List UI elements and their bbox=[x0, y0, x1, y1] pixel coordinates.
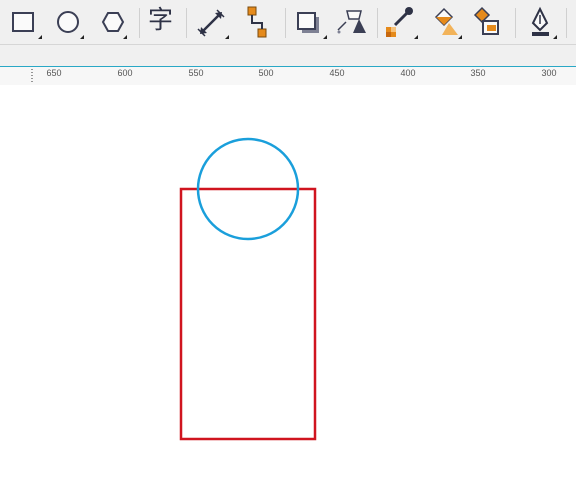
ruler-ticks bbox=[31, 69, 33, 84]
toolbar-separator bbox=[285, 8, 286, 38]
rectangle-tool[interactable] bbox=[8, 3, 42, 39]
toolbar-separator bbox=[139, 8, 140, 38]
drawing-app: 字 650 600 550 500 450 400 350 300 bbox=[0, 0, 576, 501]
drawing-canvas[interactable] bbox=[0, 85, 576, 501]
text-glyph-icon: 字 bbox=[148, 5, 174, 34]
ruler-tick-label: 600 bbox=[117, 68, 133, 78]
canvas-drawing bbox=[179, 137, 317, 441]
ruler-tick-label: 650 bbox=[46, 68, 62, 78]
toolbar-separator bbox=[566, 8, 567, 38]
fill-bucket-icon bbox=[434, 7, 462, 39]
ruler-tick-label: 350 bbox=[470, 68, 486, 78]
transparency-tool[interactable] bbox=[335, 3, 369, 39]
color-eyedropper-tool[interactable] bbox=[384, 3, 418, 39]
connector-tool[interactable] bbox=[240, 3, 274, 39]
red-rectangle[interactable] bbox=[179, 187, 317, 441]
rectangle-icon bbox=[12, 12, 42, 39]
interactive-fill-tool[interactable] bbox=[428, 3, 462, 39]
dimension-tool[interactable] bbox=[195, 3, 229, 39]
eyedropper-icon bbox=[386, 7, 418, 39]
toolbar-separator bbox=[515, 8, 516, 38]
polygon-tool[interactable] bbox=[93, 3, 127, 39]
connector-icon bbox=[247, 6, 267, 38]
outline-pen-tool[interactable] bbox=[523, 3, 557, 39]
drop-shadow-icon bbox=[297, 12, 327, 39]
ellipse-tool[interactable] bbox=[50, 3, 84, 39]
horizontal-ruler[interactable]: 650 600 550 500 450 400 350 300 bbox=[0, 66, 576, 86]
ruler-tick-label: 450 bbox=[329, 68, 345, 78]
hexagon-icon bbox=[101, 12, 127, 39]
property-bar-gap bbox=[0, 45, 576, 66]
toolbar-separator bbox=[186, 8, 187, 38]
ellipse-icon bbox=[57, 11, 84, 39]
ruler-tick-label: 400 bbox=[400, 68, 416, 78]
smart-fill-tool[interactable] bbox=[471, 3, 505, 39]
smart-fill-icon bbox=[473, 6, 499, 35]
toolbar-separator bbox=[377, 8, 378, 38]
pen-nib-icon bbox=[531, 6, 557, 39]
dimension-arrow-icon bbox=[197, 9, 229, 39]
transparency-icon bbox=[337, 10, 366, 34]
ruler-tick-label: 550 bbox=[188, 68, 204, 78]
text-tool[interactable]: 字 bbox=[146, 3, 180, 39]
drop-shadow-tool[interactable] bbox=[293, 3, 327, 39]
ruler-tick-label: 300 bbox=[541, 68, 557, 78]
ruler-tick-label: 500 bbox=[258, 68, 274, 78]
toolbox: 字 bbox=[0, 0, 576, 45]
